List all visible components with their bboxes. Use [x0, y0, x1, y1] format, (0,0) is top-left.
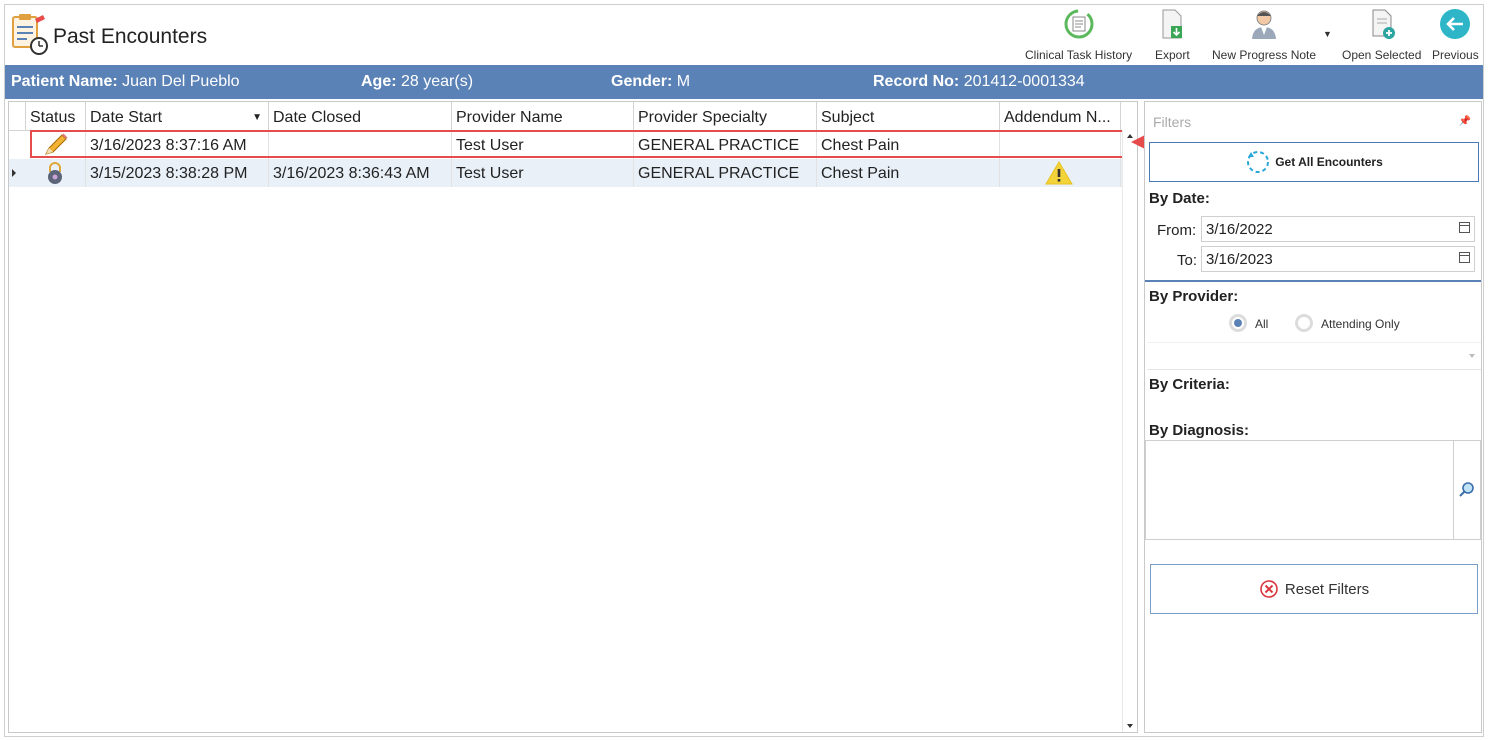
- patient-info-bar: Patient Name: Juan Del Pueblo Age: 28 ye…: [5, 65, 1483, 99]
- by-diagnosis-label: By Diagnosis:: [1149, 422, 1250, 439]
- pin-icon[interactable]: 📌: [1459, 116, 1471, 127]
- radio-all-label: All: [1255, 317, 1269, 331]
- grid-header: Status Date Start ▼ Date Closed Provider…: [9, 102, 1123, 131]
- status-cell: [26, 131, 86, 159]
- to-date-input[interactable]: 3/16/2023: [1201, 246, 1475, 272]
- filters-title: Filters: [1153, 114, 1192, 130]
- previous-label: Previous: [1432, 48, 1479, 62]
- clinical-task-history-label: Clinical Task History: [1025, 48, 1133, 62]
- calendar-icon[interactable]: [1459, 252, 1470, 263]
- filters-panel: Filters 📌 Get All Encounters By Date: Fr…: [1144, 101, 1482, 733]
- subject-cell: Chest Pain: [817, 159, 1000, 187]
- patient-record-value: 201412-0001334: [963, 73, 1085, 90]
- get-all-encounters-button[interactable]: Get All Encounters: [1149, 142, 1479, 182]
- from-date-value: 3/16/2022: [1206, 221, 1273, 238]
- patient-age-value: 28 year(s): [401, 73, 474, 90]
- open-selected-button[interactable]: Open Selected: [1342, 7, 1421, 63]
- chevron-down-icon: [1469, 354, 1475, 358]
- to-date-value: 3/16/2023: [1206, 251, 1273, 268]
- get-all-encounters-label: Get All Encounters: [1275, 155, 1383, 169]
- by-date-label: By Date:: [1149, 190, 1210, 207]
- close-icon: [1260, 580, 1278, 598]
- patient-gender-value: M: [676, 73, 691, 90]
- patient-name: Patient Name: Juan Del Pueblo: [11, 73, 240, 91]
- radio-all[interactable]: [1229, 314, 1247, 332]
- radio-attending-only-label: Attending Only: [1321, 317, 1400, 331]
- previous-button[interactable]: Previous: [1432, 7, 1479, 63]
- column-provider-specialty[interactable]: Provider Specialty: [634, 102, 817, 130]
- page-title: Past Encounters: [53, 25, 208, 48]
- export-icon: [1155, 7, 1189, 41]
- patient-age: Age: 28 year(s): [361, 73, 473, 91]
- table-row[interactable]: 3/16/2023 8:37:16 AM Test User GENERAL P…: [9, 131, 1123, 159]
- provider-specialty-cell: GENERAL PRACTICE: [634, 131, 817, 159]
- column-provider-name[interactable]: Provider Name: [452, 102, 634, 130]
- provider-name-cell: Test User: [452, 131, 634, 159]
- encounters-grid: Status Date Start ▼ Date Closed Provider…: [8, 101, 1138, 733]
- patient-name-value: Juan Del Pueblo: [122, 73, 240, 90]
- sort-descending-icon: ▼: [252, 112, 262, 123]
- row-indicator-header: [9, 102, 26, 130]
- reset-filters-button[interactable]: Reset Filters: [1150, 564, 1478, 614]
- scroll-down-icon[interactable]: [1127, 724, 1133, 728]
- grid-vertical-scrollbar[interactable]: [1122, 130, 1137, 732]
- export-button[interactable]: Export: [1155, 7, 1190, 63]
- divider: [1145, 280, 1481, 282]
- date-start-cell: 3/15/2023 8:38:28 PM: [86, 159, 269, 187]
- date-closed-cell: 3/16/2023 8:36:43 AM: [269, 159, 452, 187]
- to-label: To:: [1177, 252, 1198, 269]
- provider-name-cell: Test User: [452, 159, 634, 187]
- by-criteria-label: By Criteria:: [1149, 376, 1230, 393]
- new-progress-note-dropdown-icon[interactable]: ▼: [1323, 29, 1332, 39]
- patient-gender: Gender: M: [611, 73, 690, 91]
- export-label: Export: [1155, 48, 1190, 62]
- date-closed-cell: [269, 131, 452, 159]
- from-label: From:: [1157, 222, 1197, 239]
- diagnosis-search-button[interactable]: [1453, 441, 1480, 539]
- table-row[interactable]: 3/15/2023 8:38:28 PM 3/16/2023 8:36:43 A…: [9, 159, 1123, 187]
- header-toolbar: Past Encounters Clinical Task History Ex…: [5, 5, 1483, 65]
- new-progress-note-label: New Progress Note: [1212, 48, 1317, 62]
- clinical-task-history-icon: [1062, 7, 1096, 41]
- column-status[interactable]: Status: [26, 102, 86, 130]
- column-subject[interactable]: Subject: [817, 102, 1000, 130]
- from-date-input[interactable]: 3/16/2022: [1201, 216, 1475, 242]
- patient-record-label: Record No:: [873, 73, 960, 90]
- new-progress-note-icon: [1247, 7, 1281, 41]
- addendum-cell: [1000, 159, 1121, 187]
- diagnosis-input[interactable]: [1145, 440, 1481, 540]
- subject-cell: Chest Pain: [817, 131, 1000, 159]
- provider-select[interactable]: [1147, 342, 1481, 370]
- radio-attending-only[interactable]: [1295, 314, 1313, 332]
- column-date-start[interactable]: Date Start ▼: [86, 102, 269, 130]
- column-addendum[interactable]: Addendum N...: [1000, 102, 1121, 130]
- patient-gender-label: Gender:: [611, 73, 673, 90]
- past-encounters-app-icon: [9, 13, 49, 57]
- refresh-icon: [1247, 151, 1270, 173]
- status-cell: [26, 159, 86, 187]
- patient-age-label: Age:: [361, 73, 397, 90]
- open-selected-label: Open Selected: [1342, 48, 1422, 62]
- search-icon: [1459, 482, 1474, 497]
- reset-filters-label: Reset Filters: [1284, 580, 1370, 598]
- row-indicator-icon: [12, 169, 16, 177]
- clinical-task-history-button[interactable]: Clinical Task History: [1025, 7, 1132, 63]
- provider-specialty-cell: GENERAL PRACTICE: [634, 159, 817, 187]
- date-start-cell: 3/16/2023 8:37:16 AM: [86, 131, 269, 159]
- calendar-icon[interactable]: [1459, 222, 1470, 233]
- new-progress-note-button[interactable]: New Progress Note: [1212, 7, 1316, 63]
- addendum-cell: [1000, 131, 1121, 159]
- column-date-start-label: Date Start: [90, 109, 163, 126]
- previous-icon: [1438, 7, 1472, 41]
- past-encounters-window: Past Encounters Clinical Task History Ex…: [4, 4, 1484, 737]
- open-selected-icon: [1365, 7, 1399, 41]
- patient-name-label: Patient Name:: [11, 73, 118, 90]
- patient-record-no: Record No: 201412-0001334: [873, 73, 1085, 91]
- column-date-closed[interactable]: Date Closed: [269, 102, 452, 130]
- by-provider-label: By Provider:: [1149, 288, 1239, 305]
